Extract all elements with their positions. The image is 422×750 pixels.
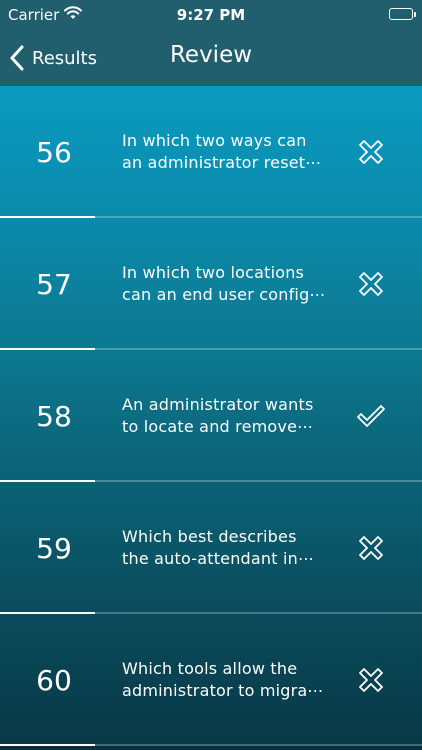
list-item[interactable]: 56 In which two ways can an administrato…	[0, 86, 422, 218]
question-number: 60	[36, 663, 72, 697]
question-number: 59	[36, 531, 72, 565]
list-item[interactable]: 58 An administrator wants to locate and …	[0, 350, 422, 482]
question-preview: In which two locations can an end user c…	[122, 262, 337, 306]
question-line-1: In which two locations	[122, 263, 305, 282]
status-bar: Carrier 9:27 PM	[0, 0, 422, 30]
question-line-2: an administrator reset⋯	[122, 153, 322, 172]
question-line-2: the auto-attendant in⋯	[122, 549, 315, 568]
question-line-2: to locate and remove⋯	[122, 417, 314, 436]
list-item[interactable]: 57 In which two locations can an end use…	[0, 218, 422, 350]
battery-icon	[389, 8, 416, 20]
question-line-1: In which two ways can	[122, 131, 307, 150]
question-preview: Which tools allow the administrator to m…	[122, 658, 337, 702]
clock: 9:27 PM	[176, 6, 246, 24]
question-number: 57	[36, 267, 72, 301]
question-preview: An administrator wants to locate and rem…	[122, 394, 337, 438]
progress-indicator	[0, 744, 95, 746]
list-item[interactable]: 60 Which tools allow the administrator t…	[0, 614, 422, 746]
checkmark-icon	[356, 401, 386, 431]
x-icon	[356, 137, 386, 167]
question-number: 58	[36, 399, 72, 433]
question-line-1: An administrator wants	[122, 395, 314, 414]
x-icon	[356, 533, 386, 563]
question-preview: In which two ways can an administrator r…	[122, 130, 337, 174]
question-line-2: administrator to migra⋯	[122, 681, 324, 700]
question-preview: Which best describes the auto-attendant …	[122, 526, 337, 570]
question-line-1: Which best describes	[122, 527, 297, 546]
x-icon	[356, 269, 386, 299]
question-line-1: Which tools allow the	[122, 659, 298, 678]
question-number: 56	[36, 135, 72, 169]
question-line-2: can an end user config⋯	[122, 285, 326, 304]
list-item[interactable]: 59 Which best describes the auto-attenda…	[0, 482, 422, 614]
page-title: Review	[169, 42, 253, 68]
navigation-bar: Results Review	[0, 30, 422, 86]
x-icon	[356, 665, 386, 695]
review-list: 56 In which two ways can an administrato…	[0, 86, 422, 746]
row-divider	[0, 744, 422, 746]
